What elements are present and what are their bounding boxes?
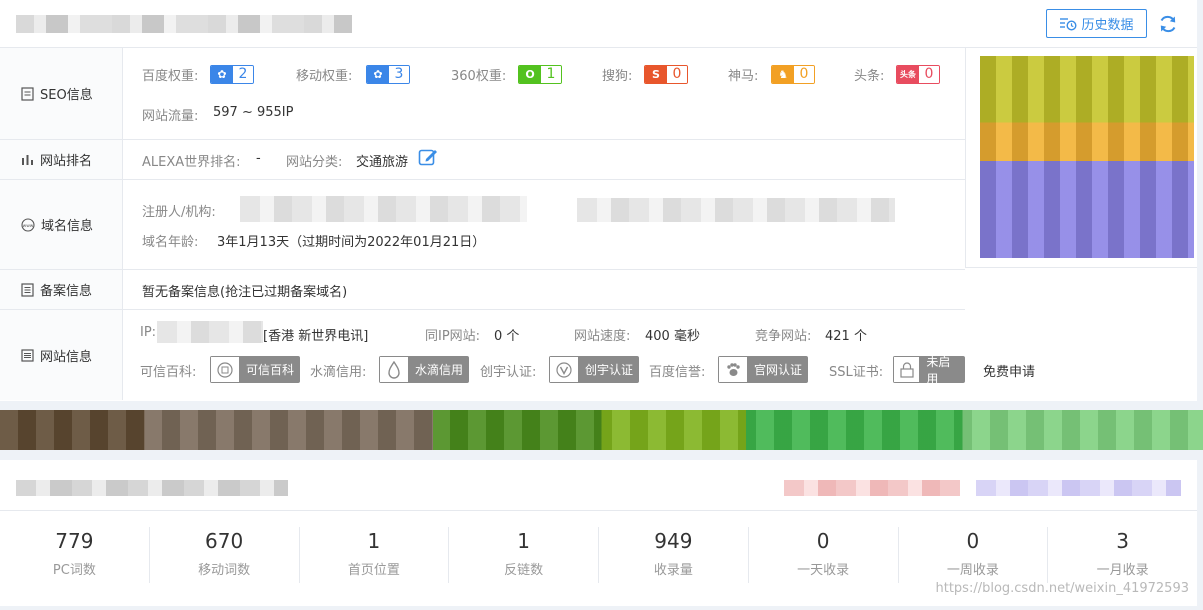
registrant-label: 注册人/机构: <box>142 205 216 220</box>
compete-value[interactable]: 421 个 <box>825 325 867 344</box>
rank-label: 网站排名 <box>40 154 93 169</box>
site-row: 网站信息 IP: [香港 新世界电讯] 同IP网站: 0 个 网站速度: 400… <box>0 310 1035 400</box>
speed-label: 网站速度: <box>574 329 631 344</box>
edit-icon[interactable] <box>418 147 438 167</box>
history-data-button[interactable]: 历史数据 <box>1046 9 1147 38</box>
blurred-section-title <box>16 480 288 496</box>
stat-pc-keywords[interactable]: 779 PC词数 <box>0 527 150 583</box>
same-ip-value[interactable]: 0 个 <box>494 325 519 344</box>
keyword-stats-card: 779 PC词数 670 移动词数 1 首页位置 1 反链数 949 收录量 0 一天收录 … <box>0 460 1197 606</box>
blurred-registrant <box>240 196 527 222</box>
blurred-link-2 <box>976 480 1181 496</box>
domain-row: www 域名信息 注册人/机构: 域名年龄: 3年1月13天（过期时间为2022… <box>0 180 965 270</box>
baidu-credit-label: 百度信誉: <box>649 365 706 380</box>
www-globe-icon: www <box>21 217 35 232</box>
seo-info-card: 历史数据 SEO信息 百度权重: ✿ 2 移动权重: ✿ 3 360权重: O … <box>0 0 1197 401</box>
list-icon <box>21 348 34 362</box>
blurred-banner <box>0 410 1203 450</box>
sogou-label: 搜狗: <box>602 69 633 84</box>
beian-row: 备案信息 暂无备案信息(抢注已过期备案域名) <box>0 270 965 310</box>
baidu-paw-icon: ✿ <box>367 66 389 83</box>
mobile-weight-badge[interactable]: ✿ 3 <box>366 65 410 84</box>
shenma-icon: ♞ <box>772 66 794 83</box>
mobile-weight-label: 移动权重: <box>296 69 353 84</box>
360-weight-label: 360权重: <box>451 69 507 84</box>
stat-homepage-position[interactable]: 1 首页位置 <box>300 527 450 583</box>
kexin-label: 可信百科: <box>140 365 197 380</box>
blurred-title <box>16 15 352 33</box>
bar-chart-icon <box>22 155 33 165</box>
toutiao-badge[interactable]: 头条 0 <box>896 65 940 84</box>
same-ip-label: 同IP网站: <box>425 329 481 344</box>
chuangyu-v-icon <box>549 356 579 383</box>
stat-mobile-keywords[interactable]: 670 移动词数 <box>150 527 300 583</box>
category-value: 交通旅游 <box>356 155 409 170</box>
watermark: https://blog.csdn.net/weixin_41972593 <box>935 581 1189 596</box>
kexin-badge[interactable]: 可信百科 <box>210 356 301 383</box>
360-weight-badge[interactable]: O 1 <box>518 65 562 84</box>
domain-age-label: 域名年龄: <box>142 235 199 250</box>
baidu-weight-badge[interactable]: ✿ 2 <box>210 65 254 84</box>
toutiao-label: 头条: <box>854 69 885 84</box>
category-label: 网站分类: <box>286 155 343 170</box>
card-header: 历史数据 <box>0 0 1197 48</box>
water-drop-icon <box>379 356 409 383</box>
refresh-icon[interactable] <box>1157 13 1179 35</box>
blurred-ip <box>157 321 263 343</box>
domain-label: 域名信息 <box>41 219 94 234</box>
toutiao-icon: 头条 <box>897 66 919 83</box>
ssl-free-apply-link[interactable]: 免费申请 <box>983 361 1035 380</box>
document-icon <box>21 86 34 101</box>
site-label: 网站信息 <box>40 349 93 365</box>
svg-text:www: www <box>23 223 34 228</box>
ssl-lock-icon <box>893 356 921 383</box>
blurred-site-thumbnail <box>980 56 1194 258</box>
stat-backlinks[interactable]: 1 反链数 <box>449 527 599 583</box>
baidu-credit-badge[interactable]: 官网认证 <box>718 356 809 383</box>
site-screenshot <box>965 48 1197 268</box>
shenma-badge[interactable]: ♞ 0 <box>771 65 815 84</box>
rank-row: 网站排名 ALEXA世界排名: - 网站分类: 交通旅游 <box>0 140 965 180</box>
shuidi-label: 水滴信用: <box>310 365 367 380</box>
baidu-paw-icon <box>718 356 748 383</box>
history-label: 历史数据 <box>1081 18 1134 33</box>
chuangyu-badge[interactable]: 创宇认证 <box>549 356 640 383</box>
stat-indexed[interactable]: 949 收录量 <box>599 527 749 583</box>
traffic-label: 网站流量: <box>142 109 199 124</box>
chuangyu-label: 创宇认证: <box>480 365 537 380</box>
shenma-label: 神马: <box>728 69 759 84</box>
record-icon <box>21 282 34 297</box>
alexa-label: ALEXA世界排名: <box>142 155 241 170</box>
ssl-label: SSL证书: <box>829 365 884 380</box>
baidu-weight-label: 百度权重: <box>142 69 199 84</box>
blurred-registrar <box>577 198 895 222</box>
traffic-value: 597 ~ 955IP <box>213 105 294 120</box>
shuidi-badge[interactable]: 水滴信用 <box>379 356 470 383</box>
history-icon <box>1060 17 1077 31</box>
seo-row: SEO信息 百度权重: ✿ 2 移动权重: ✿ 3 360权重: O 1 搜狗: <box>0 48 965 140</box>
ip-label: IP: <box>140 325 157 340</box>
ip-location: [香港 新世界电讯] <box>263 329 369 344</box>
beian-text[interactable]: 暂无备案信息(抢注已过期备案域名) <box>142 281 347 300</box>
360-icon: O <box>519 66 541 83</box>
alexa-value: - <box>256 151 261 166</box>
compete-label: 竞争网站: <box>755 329 812 344</box>
stat-indexed-month[interactable]: 3 一月收录 <box>1048 527 1197 583</box>
stat-indexed-week[interactable]: 0 一周收录 <box>899 527 1049 583</box>
speed-value: 400 毫秒 <box>645 329 700 344</box>
seo-label: SEO信息 <box>40 88 93 103</box>
keyword-stats-header <box>0 460 1197 511</box>
beian-label: 备案信息 <box>40 284 93 299</box>
stat-indexed-day[interactable]: 0 一天收录 <box>749 527 899 583</box>
sogou-icon: S <box>645 66 667 83</box>
ssl-badge[interactable]: 未启用 <box>893 356 965 383</box>
baidu-paw-icon: ✿ <box>211 66 233 83</box>
domain-age-value: 3年1月13天（过期时间为2022年01月21日） <box>217 235 486 250</box>
blurred-link-1 <box>784 480 960 496</box>
kexin-icon <box>210 356 240 383</box>
sogou-badge[interactable]: S 0 <box>644 65 688 84</box>
